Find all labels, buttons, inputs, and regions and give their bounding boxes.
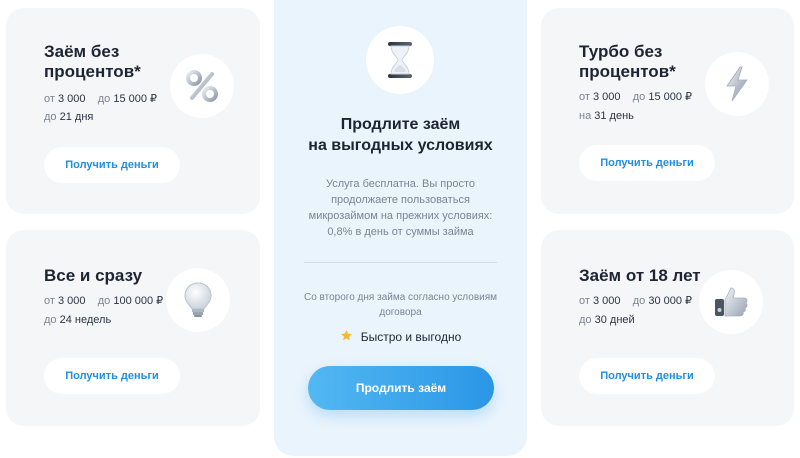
amount-range: от 3 000 до 30 000 ₽ [579, 295, 693, 307]
percent-icon [170, 54, 234, 118]
extend-loan-promo: Продлите заём на выгодных условиях Услуг… [274, 0, 527, 456]
loan-term: на 31 день [579, 110, 634, 122]
amount-range: от 3 000 до 15 000 ₽ [44, 93, 158, 105]
loan-card-turbo: Турбо без процентов* от 3 000 до 15 000 … [541, 8, 794, 214]
hourglass-icon [366, 26, 434, 94]
promo-note: Со второго дня займа согласно условиям д… [303, 292, 498, 318]
get-money-button[interactable]: Получить деньги [44, 147, 180, 183]
loan-card-from-18: Заём от 18 лет от 3 000 до 30 000 ₽ до 3… [541, 230, 794, 426]
loan-card-all-at-once: Все и сразу от 3 000 до 100 000 ₽ до 24 … [6, 230, 260, 426]
divider [304, 262, 497, 263]
loan-card-interest-free: Заём без процентов* от 3 000 до 15 000 ₽… [6, 8, 260, 214]
lightbulb-icon [166, 268, 230, 332]
star-icon [340, 329, 353, 345]
thumbs-up-icon [699, 270, 763, 334]
promo-feature: Быстро и выгодно [274, 329, 527, 345]
promo-description: Услуга бесплатна. Вы просто продолжаете … [308, 178, 493, 238]
amount-range: от 3 000 до 100 000 ₽ [44, 295, 164, 307]
loan-term: до 24 недель [44, 314, 112, 326]
get-money-button[interactable]: Получить деньги [44, 358, 180, 394]
get-money-button[interactable]: Получить деньги [579, 145, 715, 181]
loan-term: до 21 дня [44, 111, 94, 123]
promo-feature-label: Быстро и выгодно [360, 330, 462, 344]
amount-range: от 3 000 до 15 000 ₽ [579, 91, 693, 103]
extend-loan-button[interactable]: Продлить заём [308, 366, 494, 410]
get-money-button[interactable]: Получить деньги [579, 358, 715, 394]
promo-title: Продлите заём на выгодных условиях [308, 116, 493, 154]
loan-term: до 30 дней [579, 314, 635, 326]
lightning-icon [705, 52, 769, 116]
